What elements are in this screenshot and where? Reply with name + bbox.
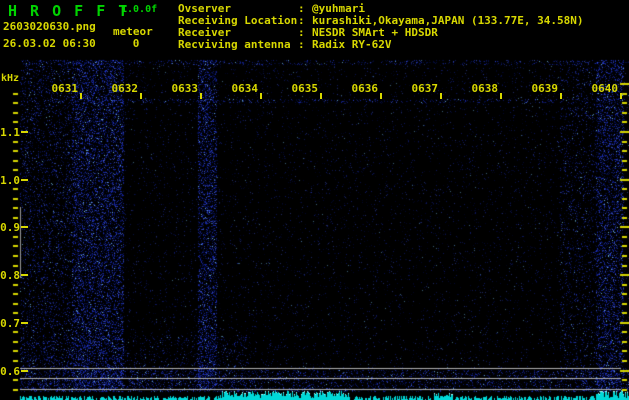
spectrogram-canvas [0,0,629,400]
hrofft-spectrogram-window: H R O F F T 1.0.0f 2603020630.png 26.03.… [0,0,629,400]
